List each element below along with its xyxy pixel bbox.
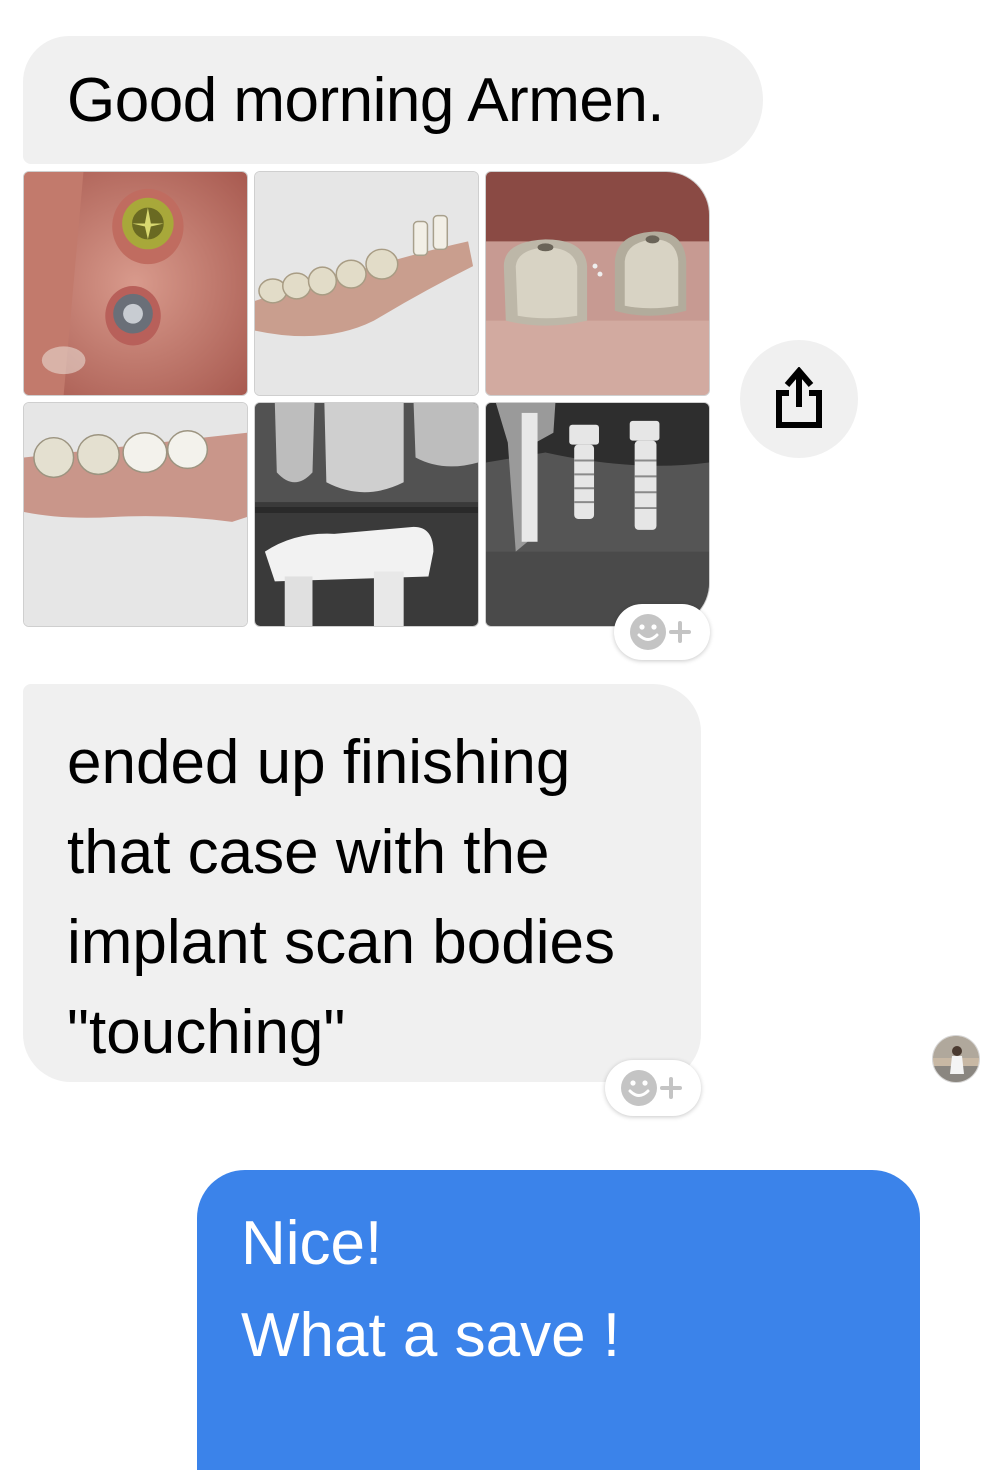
photo-thumbnail[interactable] bbox=[254, 171, 479, 396]
photo-attachment-grid bbox=[23, 171, 710, 627]
implant-xray-icon bbox=[486, 403, 709, 626]
add-reaction-icon bbox=[630, 614, 691, 650]
add-reaction-button[interactable] bbox=[614, 604, 710, 660]
message-text-line: ended up finishing bbox=[67, 728, 571, 797]
contact-avatar-icon bbox=[933, 1036, 979, 1082]
crown-scan-model-icon bbox=[24, 403, 247, 626]
message-text: Good morning Armen. bbox=[67, 66, 665, 135]
share-button[interactable] bbox=[740, 340, 858, 458]
bridge-xray-icon bbox=[255, 403, 478, 626]
received-message-bubble[interactable]: ended up finishing that case with the im… bbox=[23, 684, 701, 1082]
message-text-line: implant scan bodies bbox=[67, 908, 615, 977]
message-text-line: Nice! bbox=[241, 1209, 383, 1278]
photo-thumbnail[interactable] bbox=[485, 402, 710, 627]
photo-thumbnail[interactable] bbox=[23, 171, 248, 396]
photo-thumbnail[interactable] bbox=[485, 171, 710, 396]
message-text-line: that case with the bbox=[67, 818, 550, 887]
photo-thumbnail[interactable] bbox=[23, 402, 248, 627]
sent-message-bubble[interactable]: Nice! What a save ! bbox=[197, 1170, 920, 1470]
jaw-scan-model-icon bbox=[255, 172, 478, 395]
scan-bodies-photo-icon bbox=[486, 172, 709, 395]
message-text-line: "touching" bbox=[67, 998, 346, 1067]
add-reaction-icon bbox=[621, 1070, 682, 1106]
received-message-bubble[interactable]: Good morning Armen. bbox=[23, 36, 763, 164]
implant-abutments-photo-icon bbox=[24, 172, 247, 395]
share-icon bbox=[776, 367, 822, 428]
message-text-line: What a save ! bbox=[241, 1301, 621, 1370]
read-receipt-avatar bbox=[932, 1035, 980, 1083]
add-reaction-button[interactable] bbox=[605, 1060, 701, 1116]
photo-thumbnail[interactable] bbox=[254, 402, 479, 627]
